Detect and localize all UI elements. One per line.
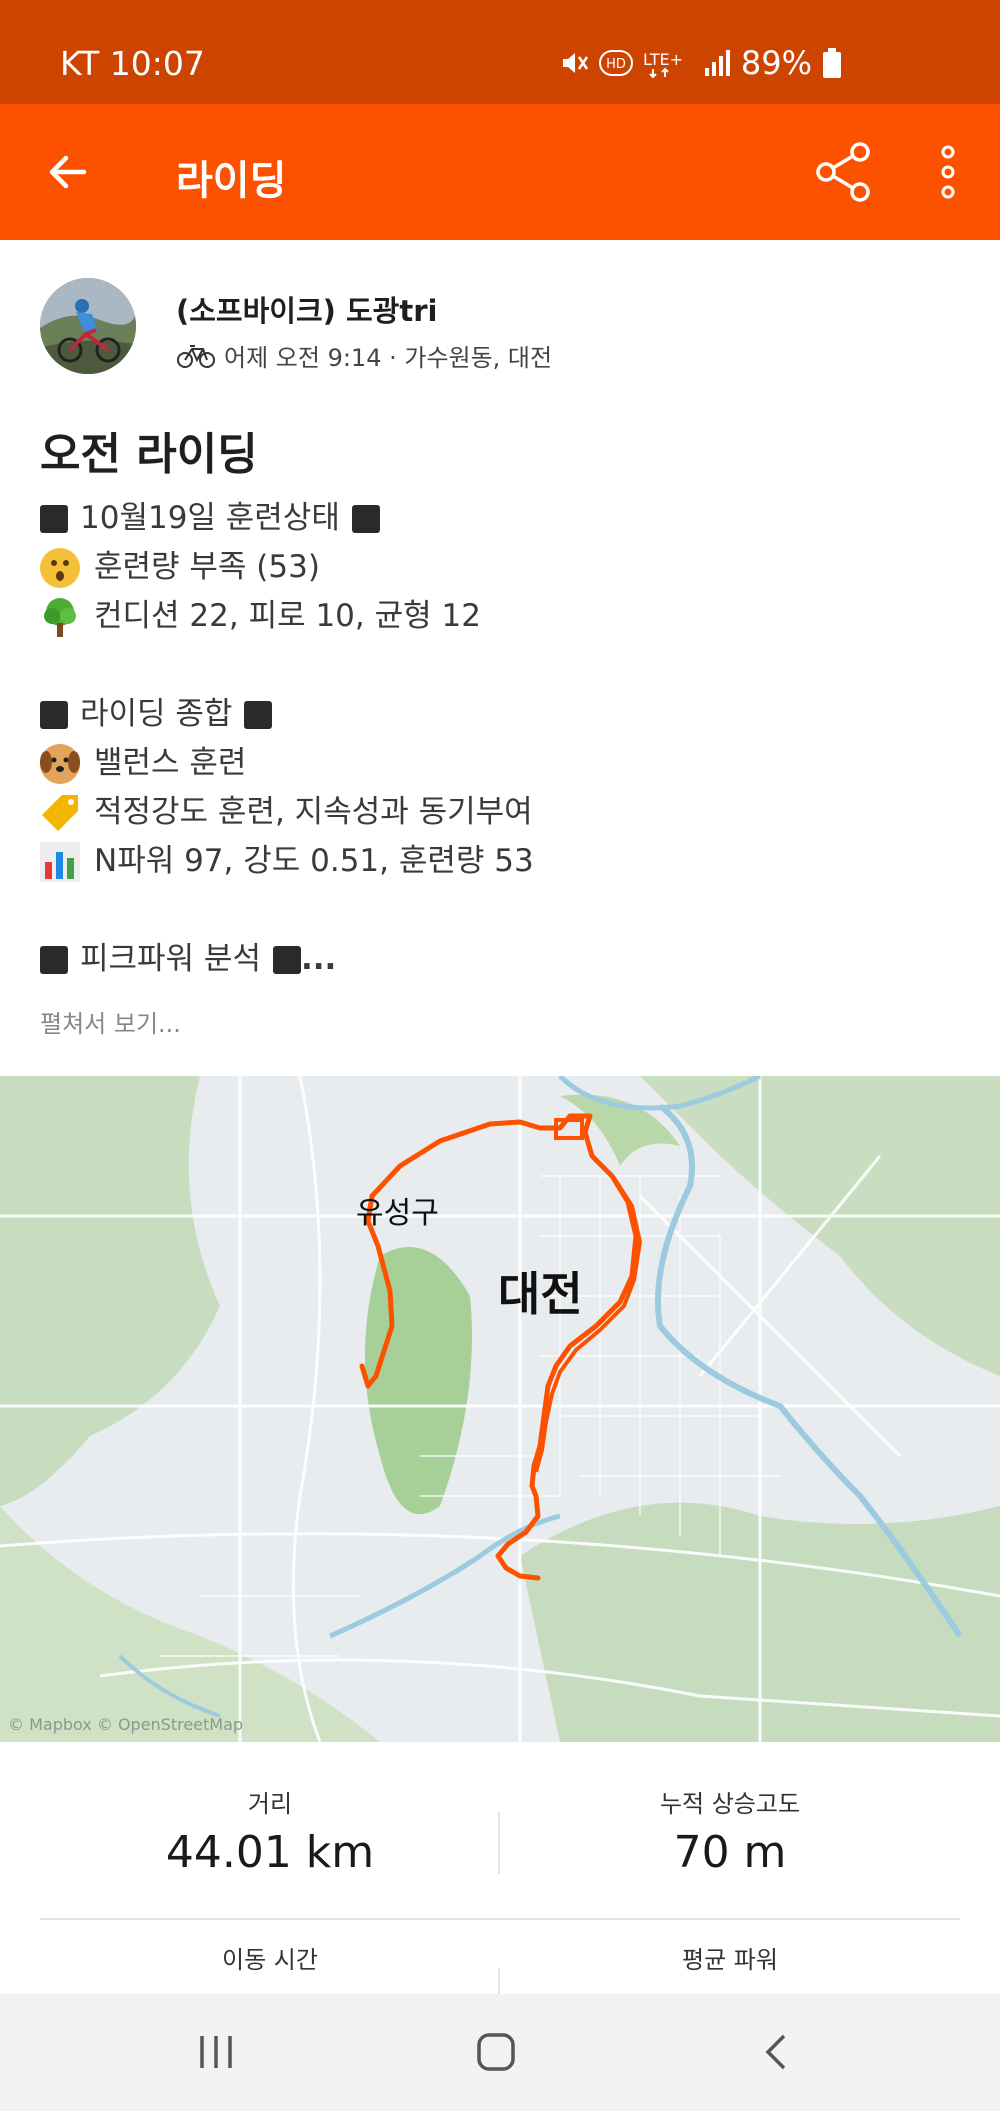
desc-line: N파워 97, 강도 0.51, 훈련량 53 [40, 837, 980, 886]
tree-icon [40, 597, 80, 637]
svg-text:LTE+: LTE+ [643, 50, 683, 69]
stat-value: 44.01 km [165, 1827, 375, 1878]
home-icon[interactable] [476, 2032, 516, 2072]
desc-line: 라이딩 종합 [40, 690, 980, 739]
desc-line: 밸런스 훈련 [40, 739, 980, 788]
activity-title: 오전 라이딩 [40, 429, 258, 480]
stat-label: 이동 시간 [222, 1946, 318, 1974]
lte-icon: LTE+ [643, 50, 683, 79]
system-back-icon[interactable] [760, 2032, 790, 2072]
map-district-label: 유성구 [356, 1196, 439, 1231]
stat-row-divider [40, 1918, 960, 1920]
stat-moving-time: 이동 시간 [40, 1940, 500, 1975]
stat-elevation: 누적 상승고도 70 m [500, 1784, 960, 1878]
desc-line: 피크파워 분석 ... [40, 935, 980, 984]
black-square-icon [244, 700, 273, 729]
black-square-icon [40, 945, 68, 974]
athlete-header: (소프바이크) 도광tri 어제 오전 9:14 · 가수원동, 대전 [40, 278, 980, 378]
power-summary: N파워 97, 강도 0.51, 훈련량 53 [94, 843, 534, 879]
more-options-icon[interactable] [936, 142, 960, 202]
app-bar: 라이딩 [0, 104, 1000, 240]
surprised-face-icon [40, 547, 80, 588]
athlete-name[interactable]: (소프바이크) 도광tri [176, 288, 437, 330]
ride-header: 라이딩 종합 [80, 696, 233, 732]
stat-label: 누적 상승고도 [659, 1790, 801, 1818]
activity-meta: 어제 오전 9:14 · 가수원동, 대전 [176, 338, 552, 373]
black-square-icon [351, 504, 380, 533]
stat-label: 평균 파워 [682, 1946, 778, 1974]
training-load: 훈련량 부족 (53) [94, 549, 320, 585]
route-map[interactable]: 유성구 대전 © Mapbox © OpenStreetMap [0, 1076, 1000, 1742]
map-city-label: 대전 [498, 1267, 583, 1321]
battery-percent: 89% [740, 44, 812, 82]
stat-label: 거리 [247, 1790, 293, 1818]
share-icon[interactable] [812, 140, 876, 204]
back-arrow-icon[interactable] [44, 148, 92, 196]
app-bar-title: 라이딩 [176, 158, 287, 204]
desc-line: 10월19일 훈련상태 [40, 494, 980, 543]
expand-description-link[interactable]: 펼쳐서 보기... [40, 1004, 181, 1039]
hd-icon: HD [598, 50, 633, 76]
activity-description: 10월19일 훈련상태 훈련량 부족 (53) 컨디션 22, 피로 10, 균… [40, 494, 980, 984]
stat-avg-power: 평균 파워 [500, 1940, 960, 1975]
desc-line: 적정강도 훈련, 지속성과 동기부여 [40, 788, 980, 837]
bar-chart-icon [40, 841, 80, 882]
desc-line: 컨디션 22, 피로 10, 균형 12 [40, 592, 980, 641]
system-nav-bar [0, 1994, 1000, 2111]
stat-distance: 거리 44.01 km [40, 1784, 500, 1878]
intensity-tag: 적정강도 훈련, 지속성과 동기부여 [94, 794, 533, 830]
label-tag-icon [40, 793, 80, 833]
bike-icon [177, 344, 215, 368]
black-square-icon [272, 945, 301, 974]
carrier-time: KT 10:07 [60, 44, 205, 83]
peak-power-header: 피크파워 분석 [80, 941, 261, 977]
mute-icon [562, 53, 588, 73]
status-bar: KT 10:07 HD LTE+ 89% [0, 0, 1000, 104]
activity-time-location: 어제 오전 9:14 · 가수원동, 대전 [224, 344, 553, 372]
balance-training: 밸런스 훈련 [94, 745, 247, 781]
battery-icon [823, 48, 841, 78]
black-square-icon [40, 504, 68, 533]
svg-text:HD: HD [606, 57, 626, 72]
activity-stats: 거리 44.01 km 누적 상승고도 70 m 이동 시간 평균 파워 [40, 1742, 960, 1996]
status-icons: HD LTE+ 89% [559, 44, 842, 82]
training-header: 10월19일 훈련상태 [80, 500, 340, 536]
map-canvas [0, 1076, 1000, 1742]
truncation-ellipsis: ... [300, 941, 337, 977]
condition: 컨디션 22, 피로 10, 균형 12 [94, 598, 481, 634]
desc-line: 훈련량 부족 (53) [40, 543, 980, 592]
signal-icon [704, 50, 730, 76]
avatar[interactable] [40, 278, 136, 374]
stat-value: 70 m [673, 1827, 787, 1878]
black-square-icon [40, 700, 68, 729]
dog-face-icon [40, 743, 80, 784]
map-attribution[interactable]: © Mapbox © OpenStreetMap [8, 1715, 243, 1734]
recent-apps-icon[interactable] [196, 2032, 236, 2072]
